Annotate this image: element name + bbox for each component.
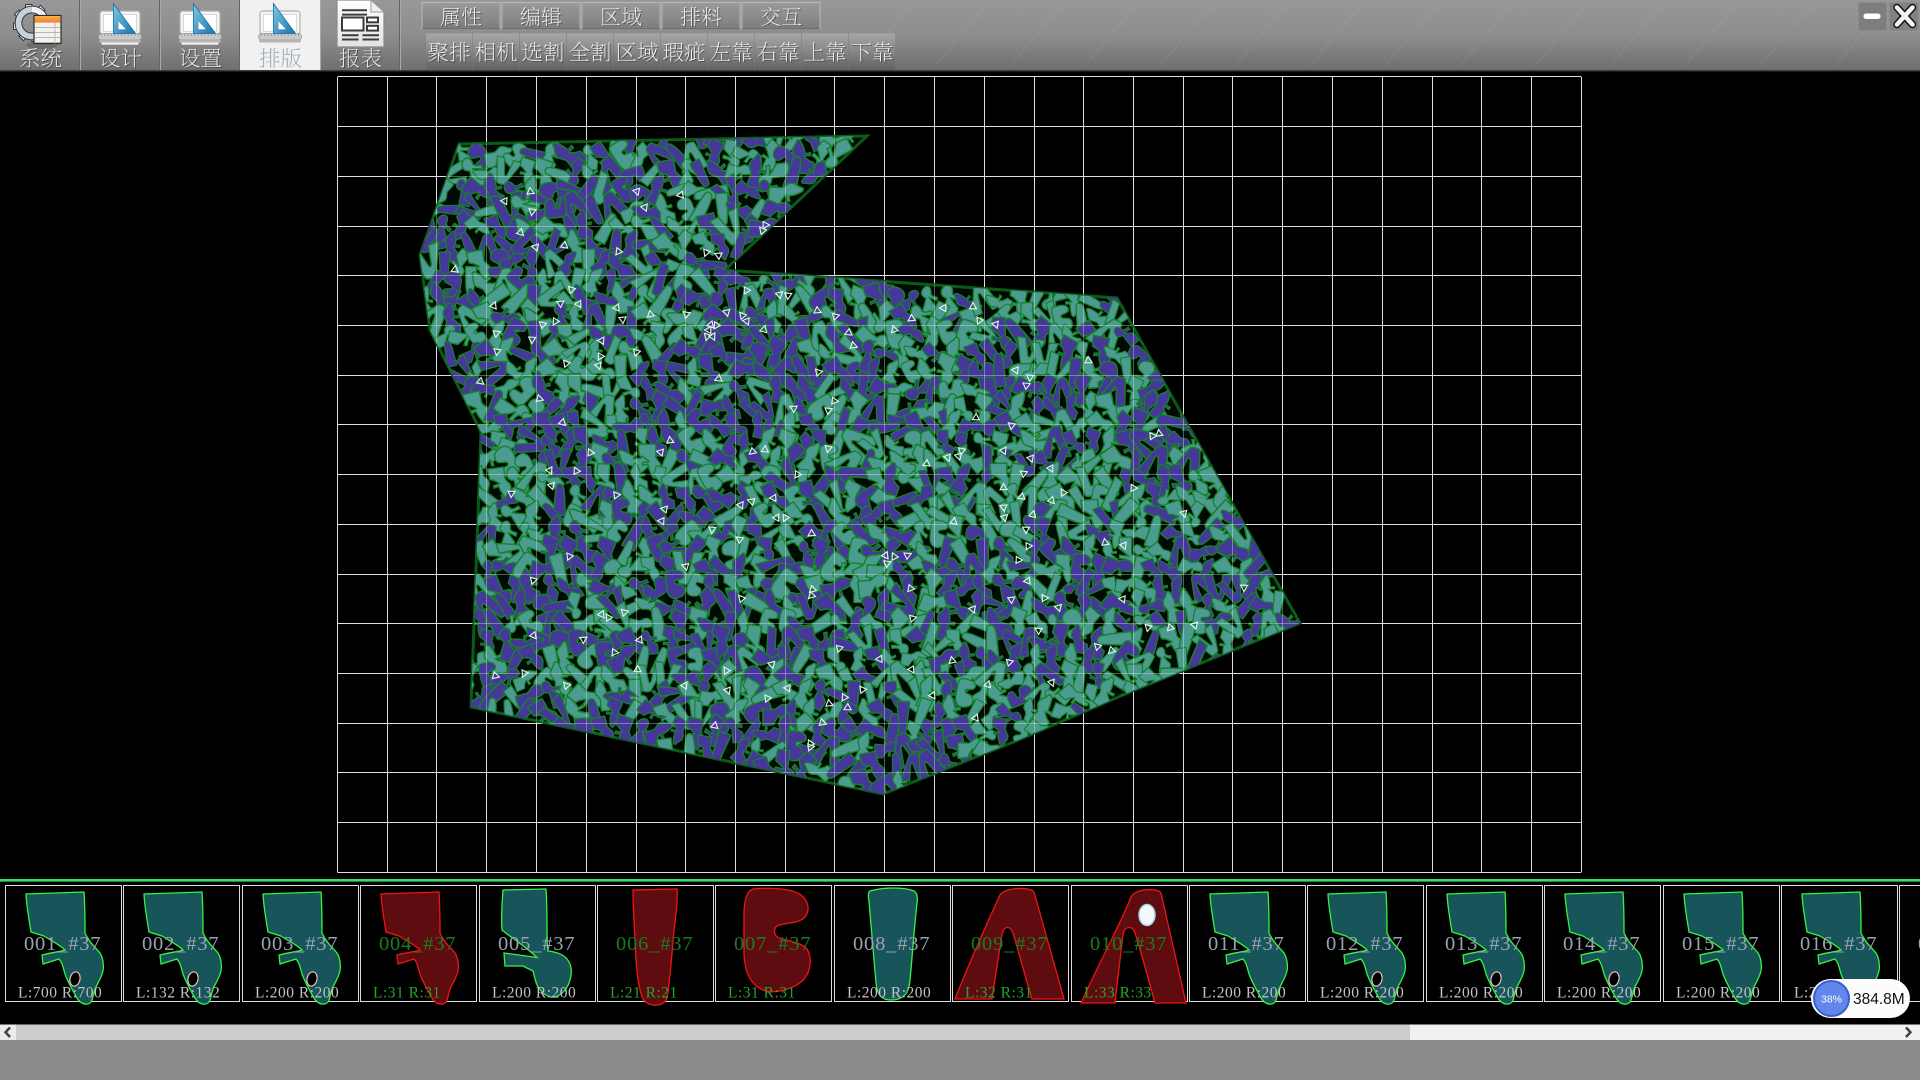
svg-text:011_#37: 011_#37 — [1208, 933, 1285, 955]
svg-text:384.8M: 384.8M — [1853, 991, 1905, 1008]
svg-text:008_#37: 008_#37 — [853, 933, 930, 955]
svg-text:016_#37: 016_#37 — [1800, 933, 1877, 955]
svg-text:L:200 R:200: L:200 R:200 — [847, 985, 931, 1002]
svg-text:014_#37: 014_#37 — [1563, 933, 1640, 955]
svg-text:L:32 R:31: L:32 R:31 — [965, 985, 1033, 1002]
svg-text:L:31 R:31: L:31 R:31 — [728, 985, 796, 1002]
svg-text:002_#37: 002_#37 — [142, 933, 219, 955]
svg-text:L:200 R:200: L:200 R:200 — [1320, 985, 1404, 1002]
svg-text:L:200 R:200: L:200 R:200 — [492, 985, 576, 1002]
svg-text:003_#37: 003_#37 — [261, 933, 338, 955]
svg-text:006_#37: 006_#37 — [616, 933, 693, 955]
svg-text:015_#37: 015_#37 — [1682, 933, 1759, 955]
svg-text:L:200 R:200: L:200 R:200 — [1202, 985, 1286, 1002]
svg-text:L:33 R:33: L:33 R:33 — [1084, 985, 1152, 1002]
svg-text:004_#37: 004_#37 — [379, 933, 456, 955]
svg-text:L:31 R:31: L:31 R:31 — [373, 985, 441, 1002]
svg-text:38%: 38% — [1821, 994, 1842, 1006]
svg-text:L:132 R:132: L:132 R:132 — [136, 985, 220, 1002]
svg-text:L:200 R:200: L:200 R:200 — [1676, 985, 1760, 1002]
svg-text:009_#37: 009_#37 — [971, 933, 1048, 955]
svg-text:010_#37: 010_#37 — [1090, 933, 1167, 955]
svg-text:012_#37: 012_#37 — [1326, 933, 1403, 955]
svg-text:L:200 R:200: L:200 R:200 — [1557, 985, 1641, 1002]
svg-text:013_#37: 013_#37 — [1445, 933, 1522, 955]
svg-text:001_#37: 001_#37 — [24, 933, 101, 955]
svg-text:007_#37: 007_#37 — [734, 933, 811, 955]
svg-text:L:200 R:200: L:200 R:200 — [1439, 985, 1523, 1002]
svg-text:L:200 R:200: L:200 R:200 — [255, 985, 339, 1002]
svg-text:005_#37: 005_#37 — [498, 933, 575, 955]
svg-text:L:700 R:700: L:700 R:700 — [18, 985, 102, 1002]
svg-text:L:21 R:21: L:21 R:21 — [610, 985, 678, 1002]
